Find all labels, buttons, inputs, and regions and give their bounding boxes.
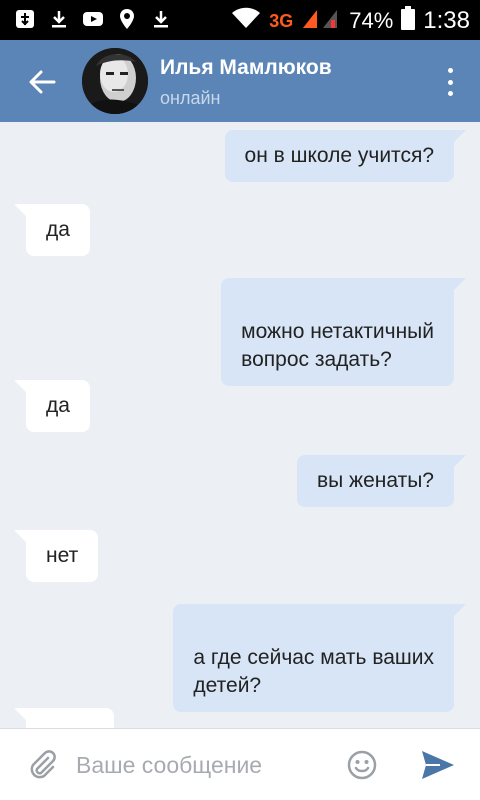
- network-type: 3G: [269, 10, 294, 31]
- message-outgoing[interactable]: вы женаты?: [296, 455, 467, 507]
- message-text: да: [46, 394, 70, 417]
- message-list[interactable]: он в школе учится? да можно нетактичный …: [0, 122, 480, 728]
- contact-name[interactable]: Илья Мамлюков: [160, 56, 332, 80]
- more-vert-icon: [447, 68, 453, 73]
- back-button[interactable]: [22, 62, 62, 102]
- download-icon: [150, 8, 172, 30]
- message-incoming[interactable]: нет: [13, 530, 99, 582]
- battery-icon: [401, 6, 416, 36]
- send-button[interactable]: [420, 749, 456, 781]
- more-vert-dot: [447, 91, 453, 96]
- message-incoming[interactable]: да: [14, 380, 90, 432]
- back-arrow-icon: [29, 70, 56, 94]
- download-icon: [48, 8, 70, 30]
- location-icon: [116, 8, 138, 30]
- message-outgoing[interactable]: он в школе учится?: [224, 130, 467, 182]
- message-input[interactable]: [76, 743, 336, 787]
- message-text: а где сейчас мать ваших детей?: [193, 646, 434, 697]
- message-text: да: [46, 218, 70, 241]
- wifi-icon: [231, 7, 261, 35]
- chat-header: Илья Мамлюков онлайн: [0, 40, 480, 122]
- battery-percentage: 74%: [349, 8, 394, 33]
- more-vert-dot: [447, 79, 453, 85]
- contact-status: онлайн: [160, 88, 221, 108]
- system-icons: 3G 74% 1:38: [231, 6, 470, 36]
- attach-button[interactable]: [26, 749, 58, 781]
- message-outgoing[interactable]: а где сейчас мать ваших детей?: [173, 604, 466, 712]
- message-text: вы женаты?: [316, 469, 434, 492]
- usb-icon: [14, 8, 36, 30]
- more-options-button[interactable]: [440, 66, 460, 98]
- notification-icons: [14, 8, 172, 30]
- message-incoming[interactable]: [14, 708, 114, 728]
- message-incoming[interactable]: да: [14, 204, 90, 256]
- youtube-icon: [82, 8, 104, 30]
- contact-avatar[interactable]: [82, 48, 148, 114]
- signal-icon: [301, 6, 341, 36]
- status-bar: 3G 74% 1:38: [0, 0, 480, 40]
- paperclip-icon: [30, 750, 56, 779]
- message-text: нет: [46, 544, 79, 567]
- message-text: он в школе учится?: [244, 144, 434, 167]
- clock: 1:38: [423, 7, 470, 34]
- composer-bar: [0, 728, 480, 800]
- message-outgoing[interactable]: можно нетактичный вопрос задать?: [221, 278, 466, 386]
- emoji-icon: [347, 750, 377, 780]
- send-icon: [422, 751, 454, 779]
- emoji-button[interactable]: [346, 749, 378, 781]
- message-text: можно нетактичный вопрос задать?: [241, 320, 434, 371]
